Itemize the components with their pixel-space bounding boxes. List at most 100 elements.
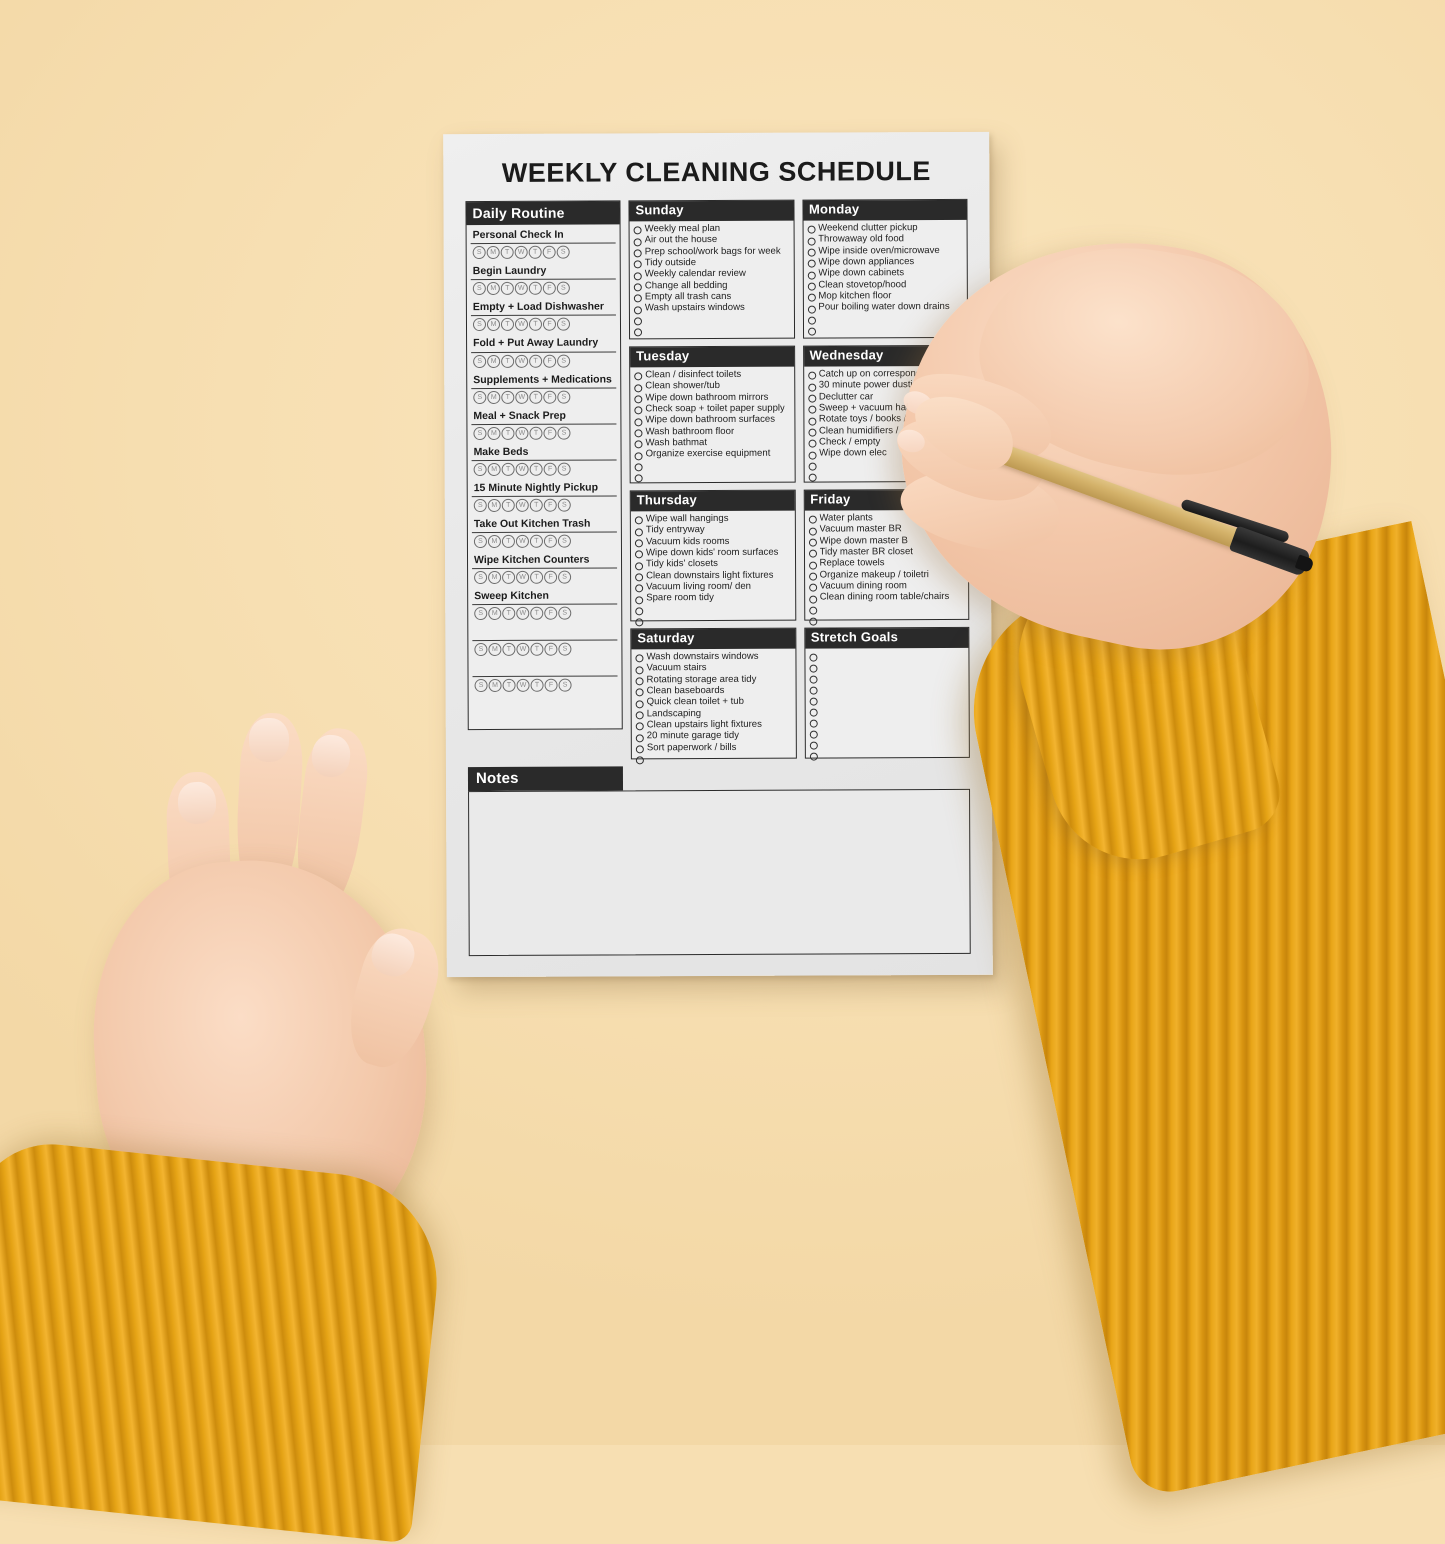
day-checkbox-s-6[interactable]: S	[558, 607, 572, 621]
day-checkbox-f-5[interactable]: F	[543, 426, 557, 440]
day-checkbox-t-2[interactable]: T	[501, 390, 515, 404]
checkbox-circle-icon[interactable]	[808, 665, 818, 674]
day-checkbox-s-6[interactable]: S	[557, 462, 571, 476]
day-checkbox-m-1[interactable]: M	[487, 426, 501, 440]
checkbox-circle-icon[interactable]	[633, 226, 642, 235]
day-checkbox-t-2[interactable]: T	[501, 535, 515, 549]
checklist-item[interactable]: Pour boiling water down drains	[807, 302, 963, 314]
day-checkbox-s-0[interactable]: S	[474, 679, 488, 693]
checklist-item[interactable]	[808, 614, 965, 626]
checkbox-circle-icon[interactable]	[807, 271, 816, 280]
checklist-item[interactable]: Wipe down bathroom mirrors	[634, 392, 790, 404]
day-checkbox-t-4[interactable]: T	[530, 571, 544, 585]
day-checkbox-m-1[interactable]: M	[488, 679, 502, 693]
checklist-item[interactable]	[634, 460, 791, 472]
day-checkbox-s-6[interactable]: S	[558, 570, 572, 585]
checkbox-circle-icon[interactable]	[633, 306, 642, 315]
day-checkbox-m-1[interactable]: M	[488, 607, 502, 621]
day-checkbox-s-6[interactable]: S	[556, 245, 570, 259]
checklist-item[interactable]	[809, 673, 965, 685]
day-checkbox-s-6[interactable]: S	[556, 281, 570, 296]
checkbox-circle-icon[interactable]	[635, 756, 644, 765]
day-checkbox-s-6[interactable]: S	[557, 426, 571, 440]
checklist-item[interactable]: Wipe down appliances	[807, 257, 963, 269]
day-checkbox-s-6[interactable]: S	[557, 354, 571, 368]
checklist-item[interactable]	[633, 314, 790, 326]
checkbox-circle-icon[interactable]	[807, 237, 816, 246]
checkbox-circle-icon[interactable]	[634, 550, 644, 559]
day-checkbox-t-4[interactable]: T	[528, 245, 542, 260]
day-checkbox-w-3[interactable]: W	[514, 282, 528, 296]
day-checkbox-m-1[interactable]: M	[486, 282, 500, 296]
day-checkbox-w-3[interactable]: W	[515, 462, 529, 476]
day-checkbox-s-6[interactable]: S	[558, 643, 572, 657]
checklist-item[interactable]: Vacuum living room/ den	[635, 582, 791, 594]
checkbox-circle-icon[interactable]	[635, 584, 644, 593]
checkbox-circle-icon[interactable]	[808, 617, 817, 626]
checklist-item[interactable]	[807, 313, 963, 325]
day-checkbox-m-1[interactable]: M	[486, 246, 500, 260]
day-checkbox-t-4[interactable]: T	[529, 498, 543, 512]
checkbox-circle-icon[interactable]	[808, 473, 817, 482]
day-checkbox-w-3[interactable]: W	[516, 643, 530, 657]
checklist-item[interactable]	[808, 662, 965, 674]
day-checkbox-f-5[interactable]: F	[542, 318, 557, 332]
checklist-item[interactable]	[809, 706, 965, 718]
checkbox-circle-icon[interactable]	[808, 583, 817, 593]
checkbox-circle-icon[interactable]	[809, 698, 818, 707]
checklist-item[interactable]: Change all bedding	[633, 280, 790, 292]
notes-writing-area[interactable]	[468, 788, 971, 957]
checklist-item[interactable]: Wash upstairs windows	[633, 303, 790, 315]
checkbox-circle-icon[interactable]	[807, 226, 816, 235]
day-checkbox-t-4[interactable]: T	[528, 282, 542, 296]
checkbox-circle-icon[interactable]	[634, 429, 643, 438]
checkbox-circle-icon[interactable]	[807, 282, 816, 291]
day-checkbox-t-2[interactable]: T	[502, 571, 516, 585]
checkbox-circle-icon[interactable]	[634, 384, 643, 393]
checkbox-circle-icon[interactable]	[809, 687, 818, 696]
checkbox-circle-icon[interactable]	[635, 618, 644, 627]
day-checkbox-t-2[interactable]: T	[502, 679, 516, 693]
day-checkbox-t-4[interactable]: T	[529, 534, 543, 549]
day-checkbox-w-3[interactable]: W	[515, 426, 529, 440]
day-checkbox-m-1[interactable]: M	[487, 390, 501, 404]
checklist-item[interactable]	[808, 651, 965, 663]
checkbox-circle-icon[interactable]	[807, 259, 816, 269]
checkbox-circle-icon[interactable]	[635, 711, 644, 720]
day-checkbox-t-4[interactable]: T	[529, 426, 543, 440]
checkbox-circle-icon[interactable]	[635, 654, 644, 663]
day-checkbox-f-5[interactable]: F	[544, 679, 558, 693]
checkbox-circle-icon[interactable]	[635, 677, 644, 686]
checkbox-circle-icon[interactable]	[635, 688, 644, 697]
checkbox-circle-icon[interactable]	[807, 394, 816, 403]
day-checkbox-f-5[interactable]: F	[543, 498, 557, 512]
day-checkbox-w-3[interactable]: W	[515, 535, 529, 549]
day-checkbox-s-0[interactable]: S	[473, 535, 487, 549]
checkbox-circle-icon[interactable]	[635, 562, 644, 571]
checkbox-circle-icon[interactable]	[634, 452, 643, 461]
checkbox-circle-icon[interactable]	[809, 676, 818, 685]
checkbox-circle-icon[interactable]	[807, 248, 816, 257]
day-checkbox-s-6[interactable]: S	[557, 498, 571, 512]
day-checkbox-s-6[interactable]: S	[558, 679, 572, 693]
checkbox-circle-icon[interactable]	[809, 753, 818, 762]
day-checkbox-f-5[interactable]: F	[543, 534, 557, 548]
checkbox-circle-icon[interactable]	[633, 260, 642, 269]
day-checkbox-s-0[interactable]: S	[472, 282, 486, 296]
day-checkbox-t-2[interactable]: T	[501, 426, 515, 440]
checkbox-circle-icon[interactable]	[808, 549, 817, 559]
checklist-item[interactable]: Weekly meal plan	[633, 224, 790, 236]
checklist-item[interactable]: Weekly calendar review	[633, 269, 790, 281]
day-checkbox-w-3[interactable]: W	[516, 679, 530, 693]
checkbox-circle-icon[interactable]	[807, 316, 816, 325]
day-checkbox-s-6[interactable]: S	[556, 318, 571, 332]
checkbox-circle-icon[interactable]	[807, 405, 816, 415]
day-checkbox-f-5[interactable]: F	[542, 245, 556, 259]
checkbox-circle-icon[interactable]	[809, 742, 818, 751]
day-checkbox-s-0[interactable]: S	[474, 607, 488, 621]
day-checkbox-f-5[interactable]: F	[542, 282, 556, 296]
day-checkbox-t-4[interactable]: T	[530, 607, 544, 621]
checkbox-circle-icon[interactable]	[635, 722, 644, 731]
checklist-item[interactable]	[809, 739, 965, 751]
day-checkbox-t-2[interactable]: T	[501, 354, 515, 368]
